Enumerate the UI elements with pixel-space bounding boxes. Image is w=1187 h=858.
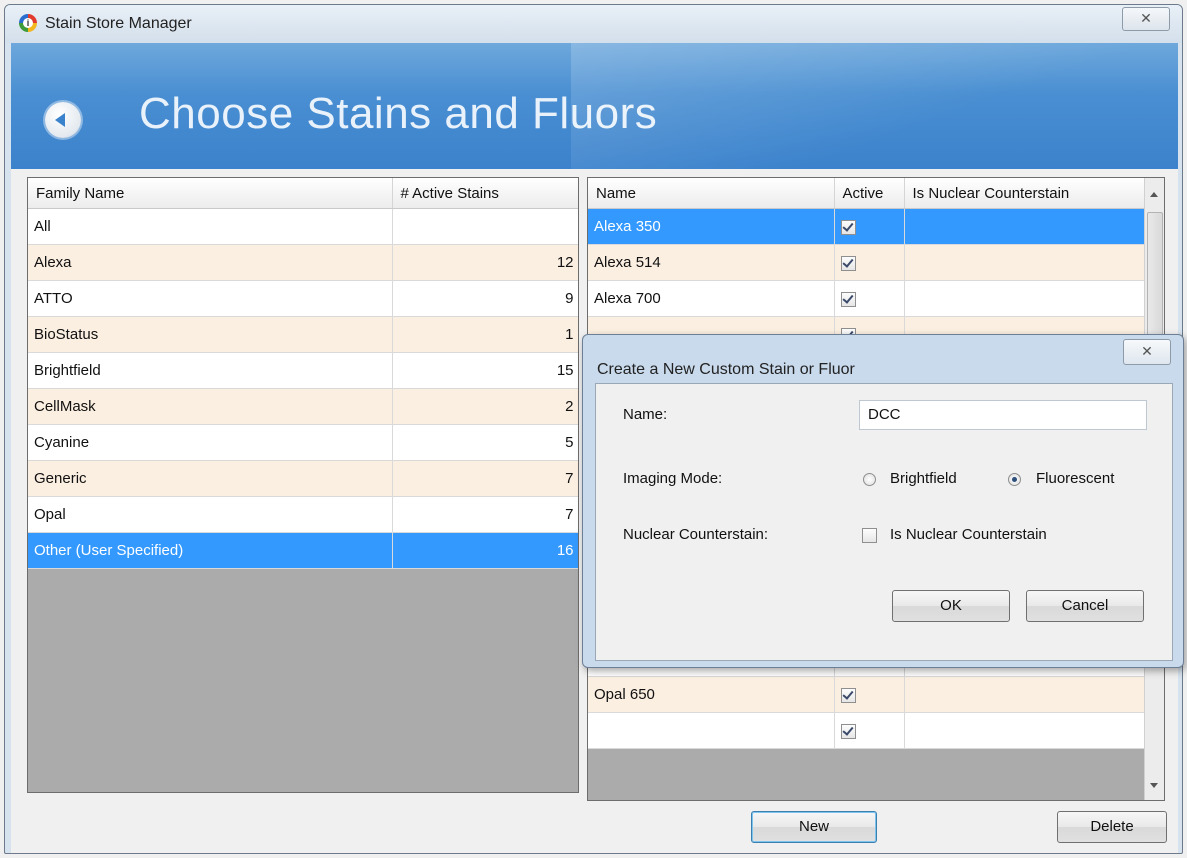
stain-name-cell[interactable]: Opal 650: [588, 676, 835, 713]
nuclear-counterstain-cell[interactable]: [904, 244, 1147, 281]
nuclear-counterstain-cell[interactable]: [904, 676, 1147, 713]
app-logo-icon: i: [19, 14, 37, 32]
page-title: Choose Stains and Fluors: [139, 89, 658, 138]
scroll-up-icon[interactable]: [1150, 192, 1158, 197]
family-grid: Family Name # Active Stains All Alexa 12 AT…: [27, 177, 579, 793]
stain-row[interactable]: Alexa 700: [588, 280, 1147, 317]
page-header: Choose Stains and Fluors: [11, 43, 1182, 169]
active-count-cell[interactable]: 1: [392, 316, 578, 353]
active-count-cell[interactable]: 9: [392, 280, 578, 317]
family-name-cell[interactable]: BioStatus: [28, 316, 393, 353]
active-checkbox[interactable]: [840, 291, 856, 307]
family-name-cell[interactable]: Opal: [28, 496, 393, 533]
stain-name-cell[interactable]: Alexa 700: [588, 280, 835, 317]
name-label: Name:: [623, 406, 668, 423]
stain-row[interactable]: Alexa 350: [588, 208, 1147, 245]
family-row[interactable]: ATTO 9: [28, 280, 578, 317]
dialog-close-button[interactable]: ✕: [1123, 339, 1171, 365]
active-checkbox[interactable]: [840, 723, 856, 739]
name-input[interactable]: DCC: [859, 400, 1147, 430]
stain-name-cell[interactable]: Alexa 350: [588, 208, 835, 245]
family-name-cell[interactable]: Alexa: [28, 244, 393, 281]
active-cell[interactable]: [834, 208, 905, 245]
active-count-cell[interactable]: 15: [392, 352, 578, 389]
family-name-cell[interactable]: Other (User Specified): [28, 532, 393, 569]
ok-button[interactable]: OK: [892, 590, 1010, 622]
active-count-cell[interactable]: 7: [392, 496, 578, 533]
fluorescent-radio[interactable]: [1008, 473, 1021, 486]
dialog-title: Create a New Custom Stain or Fluor: [597, 361, 855, 378]
active-cell[interactable]: [834, 712, 905, 749]
active-count-cell[interactable]: 5: [392, 424, 578, 461]
fluorescent-radio-label[interactable]: Fluorescent: [1036, 470, 1114, 487]
new-button[interactable]: New: [751, 811, 877, 843]
nuclear-counterstain-checkbox-label[interactable]: Is Nuclear Counterstain: [890, 526, 1047, 543]
family-row[interactable]: Opal 7: [28, 496, 578, 533]
scroll-down-icon[interactable]: [1150, 783, 1158, 788]
family-row[interactable]: Generic 7: [28, 460, 578, 497]
window-close-button[interactable]: ✕: [1122, 7, 1170, 31]
delete-button[interactable]: Delete: [1057, 811, 1167, 843]
active-checkbox[interactable]: [840, 687, 856, 703]
family-row[interactable]: CellMask 2: [28, 388, 578, 425]
active-cell[interactable]: [834, 244, 905, 281]
active-checkbox[interactable]: [840, 219, 856, 235]
nuclear-counterstain-cell[interactable]: [904, 280, 1147, 317]
active-count-cell[interactable]: 7: [392, 460, 578, 497]
back-arrow-icon[interactable]: [45, 102, 81, 138]
family-row[interactable]: Brightfield 15: [28, 352, 578, 389]
active-count-cell[interactable]: 16: [392, 532, 578, 569]
active-cell[interactable]: [834, 676, 905, 713]
active-count-cell[interactable]: [392, 208, 578, 245]
family-row[interactable]: All: [28, 208, 578, 245]
stain-name-cell[interactable]: [588, 712, 835, 749]
family-name-cell[interactable]: All: [28, 208, 393, 245]
nuclear-counterstain-cell[interactable]: [904, 208, 1147, 245]
nuclear-counterstain-checkbox[interactable]: [862, 528, 877, 543]
stain-name-cell[interactable]: Alexa 514: [588, 244, 835, 281]
family-row[interactable]: Other (User Specified) 16: [28, 532, 578, 569]
family-name-cell[interactable]: ATTO: [28, 280, 393, 317]
family-row[interactable]: Cyanine 5: [28, 424, 578, 461]
stain-row[interactable]: [588, 712, 1147, 749]
imaging-mode-label: Imaging Mode:: [623, 470, 723, 487]
active-count-cell[interactable]: 12: [392, 244, 578, 281]
family-row[interactable]: BioStatus 1: [28, 316, 578, 353]
active-stains-header[interactable]: # Active Stains: [392, 178, 578, 209]
family-name-cell[interactable]: Cyanine: [28, 424, 393, 461]
dialog-body: Name: DCC Imaging Mode: Brightfield Fluo…: [595, 383, 1173, 661]
nuclear-counterstain-header[interactable]: Is Nuclear Counterstain: [904, 178, 1147, 209]
window-title: Stain Store Manager: [45, 15, 192, 32]
cancel-button[interactable]: Cancel: [1026, 590, 1144, 622]
stain-name-header[interactable]: Name: [588, 178, 835, 209]
create-stain-dialog: Create a New Custom Stain or Fluor ✕ Nam…: [582, 334, 1184, 668]
brightfield-radio-label[interactable]: Brightfield: [890, 470, 957, 487]
family-name-cell[interactable]: CellMask: [28, 388, 393, 425]
active-count-cell[interactable]: 2: [392, 388, 578, 425]
stain-row[interactable]: Opal 650: [588, 676, 1147, 713]
nuclear-counterstain-label: Nuclear Counterstain:: [623, 526, 769, 543]
family-name-header[interactable]: Family Name: [28, 178, 393, 209]
family-name-cell[interactable]: Generic: [28, 460, 393, 497]
stain-row[interactable]: Alexa 514: [588, 244, 1147, 281]
active-checkbox[interactable]: [840, 255, 856, 271]
active-cell[interactable]: [834, 280, 905, 317]
family-row[interactable]: Alexa 12: [28, 244, 578, 281]
nuclear-counterstain-cell[interactable]: [904, 712, 1147, 749]
active-header[interactable]: Active: [834, 178, 905, 209]
brightfield-radio[interactable]: [863, 473, 876, 486]
family-name-cell[interactable]: Brightfield: [28, 352, 393, 389]
title-bar: i Stain Store Manager ✕: [5, 5, 1182, 43]
